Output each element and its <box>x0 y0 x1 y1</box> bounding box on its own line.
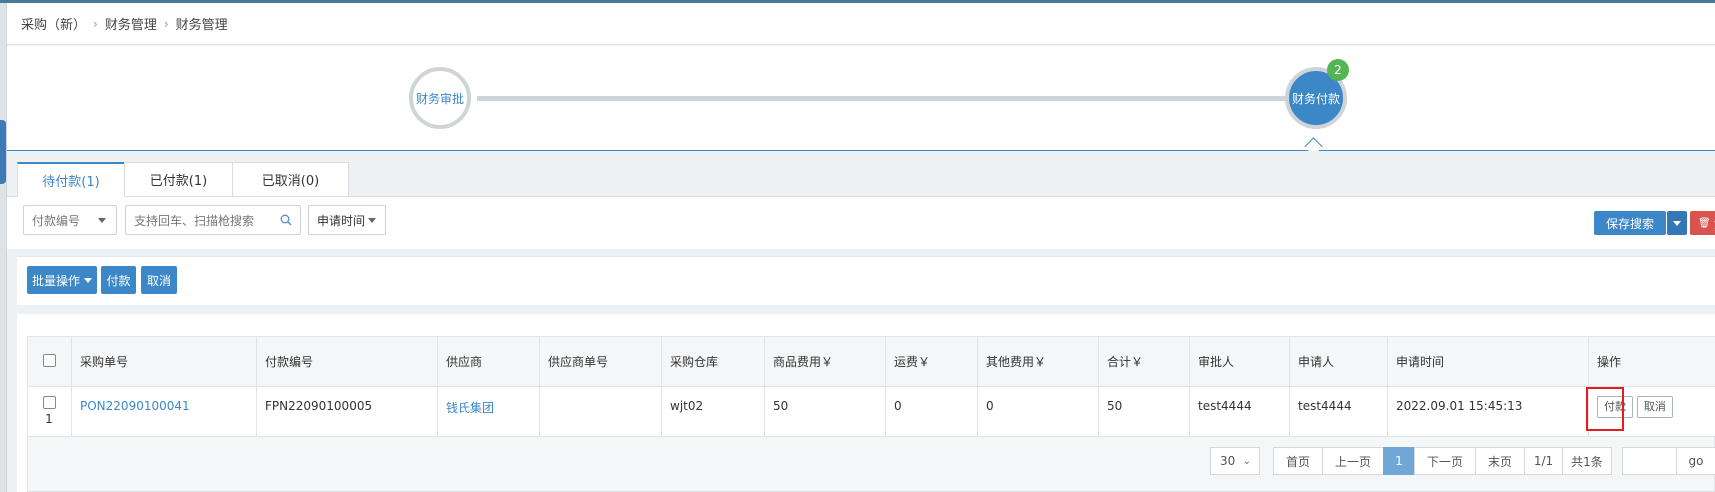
highlight-annotation <box>1586 387 1624 431</box>
process-steps: 财务审批 财务付款 2 <box>7 46 1715 156</box>
column-header[interactable]: 审批人 <box>1189 336 1290 387</box>
pagination: 30 ⌄ 首页 上一页 1 下一页 末页 1/1 共1条 go <box>27 437 1715 492</box>
payment-table: 采购单号 付款编号 供应商 供应商单号 采购仓库 商品费用￥ 运费￥ 其他费用￥… <box>27 336 1715 437</box>
po-number-cell: PON22090100041 <box>71 386 257 437</box>
button-label: 取消 <box>146 273 171 288</box>
page-size-value: 30 <box>1220 454 1236 468</box>
button-label: 批量操作 <box>31 273 80 288</box>
breadcrumb-item: 财务管理 <box>175 18 228 33</box>
select-all-cell <box>27 336 72 387</box>
step-connector <box>477 96 1297 101</box>
chevron-right-icon: › <box>93 16 98 31</box>
apply-time-cell: 2022.09.01 15:45:13 <box>1387 386 1589 437</box>
current-page-button[interactable]: 1 <box>1383 447 1415 475</box>
po-number-link[interactable]: PON22090100041 <box>80 399 190 413</box>
row-select-cell: 1 <box>27 386 72 437</box>
caret-down-icon <box>1673 220 1681 226</box>
filter-bar: 付款编号 支持回车、扫描枪搜索 申请时间 保存搜索 🗑 清 <box>7 197 1715 249</box>
search-placeholder: 支持回车、扫描枪搜索 <box>134 213 255 228</box>
select-value: 付款编号 <box>32 213 81 228</box>
row-cancel-button[interactable]: 取消 <box>1636 396 1673 418</box>
select-value: 申请时间 <box>317 213 366 228</box>
total-cell: 50 <box>1098 386 1190 437</box>
goods-fee-cell: 50 <box>764 386 886 437</box>
trash-icon: 🗑 <box>1698 217 1711 229</box>
next-page-button[interactable]: 下一页 <box>1414 447 1476 475</box>
last-page-button[interactable]: 末页 <box>1475 447 1525 475</box>
button-label: 付款 <box>106 273 131 288</box>
search-field-select[interactable]: 付款编号 <box>23 205 117 235</box>
row-index: 1 <box>45 412 53 426</box>
status-tabs: 待付款(1) 已付款(1) 已取消(0) <box>7 151 1715 197</box>
go-button[interactable]: go <box>1676 447 1715 475</box>
cancel-button[interactable]: 取消 <box>141 266 177 294</box>
column-header[interactable]: 其他费用￥ <box>977 336 1099 387</box>
row-checkbox[interactable] <box>42 396 56 409</box>
time-filter-dropdown[interactable]: 申请时间 <box>308 205 386 235</box>
search-input[interactable]: 支持回车、扫描枪搜索 <box>125 205 301 235</box>
table-row: 1 PON22090100041 FPN22090100005 钱氏集团 wjt… <box>27 386 1715 437</box>
table-header-row: 采购单号 付款编号 供应商 供应商单号 采购仓库 商品费用￥ 运费￥ 其他费用￥… <box>27 336 1715 387</box>
breadcrumb: 采购（新） › 财务管理 › 财务管理 <box>7 3 1715 45</box>
caret-down-icon <box>84 277 92 283</box>
page-indicator: 1/1 <box>1524 447 1563 475</box>
applicant-cell: test4444 <box>1289 386 1388 437</box>
button-label: 保存搜索 <box>1605 216 1654 231</box>
column-header: 操作 <box>1588 336 1715 387</box>
page-jump-input[interactable] <box>1622 447 1677 475</box>
warehouse-cell: wjt02 <box>661 386 765 437</box>
caret-down-icon <box>98 218 106 223</box>
column-header[interactable]: 采购单号 <box>71 336 257 387</box>
other-fee-cell: 0 <box>977 386 1099 437</box>
tab-pending-payment[interactable]: 待付款(1) <box>17 162 125 197</box>
column-header[interactable]: 申请人 <box>1289 336 1388 387</box>
step-label: 财务审批 <box>415 91 464 106</box>
step-finance-approval[interactable]: 财务审批 <box>409 67 471 129</box>
tab-label: 已付款(1) <box>149 174 208 189</box>
first-page-button[interactable]: 首页 <box>1273 447 1323 475</box>
total-count: 共1条 <box>1562 447 1612 475</box>
breadcrumb-item[interactable]: 财务管理 <box>105 14 157 33</box>
batch-operation-button[interactable]: 批量操作 <box>27 266 97 294</box>
column-header[interactable]: 采购仓库 <box>661 336 765 387</box>
chevron-down-icon: ⌄ <box>1242 456 1251 467</box>
supplier-cell: 钱氏集团 <box>437 386 540 437</box>
column-header[interactable]: 供应商单号 <box>539 336 662 387</box>
supplier-link[interactable]: 钱氏集团 <box>446 401 494 415</box>
save-search-button[interactable]: 保存搜索 <box>1594 211 1666 235</box>
select-all-checkbox[interactable] <box>42 353 56 367</box>
column-header[interactable]: 供应商 <box>437 336 540 387</box>
save-search-dropdown-toggle[interactable] <box>1667 211 1687 235</box>
payment-number-cell: FPN22090100005 <box>256 386 438 437</box>
sidebar-toggle[interactable] <box>0 120 6 184</box>
column-header[interactable]: 运费￥ <box>885 336 978 387</box>
page-size-select[interactable]: 30 ⌄ <box>1210 447 1260 475</box>
column-header[interactable]: 合计￥ <box>1098 336 1190 387</box>
tab-label: 待付款(1) <box>42 175 100 190</box>
supplier-order-cell <box>539 386 662 437</box>
batch-action-bar: 批量操作 付款 取消 <box>17 256 1715 305</box>
freight-cell: 0 <box>885 386 978 437</box>
approver-cell: test4444 <box>1189 386 1290 437</box>
pay-button[interactable]: 付款 <box>101 266 136 294</box>
tab-label: 已取消(0) <box>261 174 320 189</box>
chevron-right-icon: › <box>163 16 169 31</box>
tab-cancelled[interactable]: 已取消(0) <box>232 162 349 196</box>
step-count-badge: 2 <box>1327 59 1349 81</box>
step-label: 财务付款 <box>1291 91 1340 106</box>
left-rail <box>0 3 7 492</box>
caret-down-icon <box>368 218 376 223</box>
breadcrumb-item[interactable]: 采购（新） <box>21 14 86 33</box>
column-header[interactable]: 付款编号 <box>256 336 438 387</box>
clear-button[interactable]: 🗑 清 <box>1690 211 1715 235</box>
column-header[interactable]: 申请时间 <box>1387 336 1589 387</box>
tab-paid[interactable]: 已付款(1) <box>124 162 233 196</box>
column-header[interactable]: 商品费用￥ <box>764 336 886 387</box>
prev-page-button[interactable]: 上一页 <box>1322 447 1384 475</box>
search-icon[interactable] <box>280 214 292 226</box>
